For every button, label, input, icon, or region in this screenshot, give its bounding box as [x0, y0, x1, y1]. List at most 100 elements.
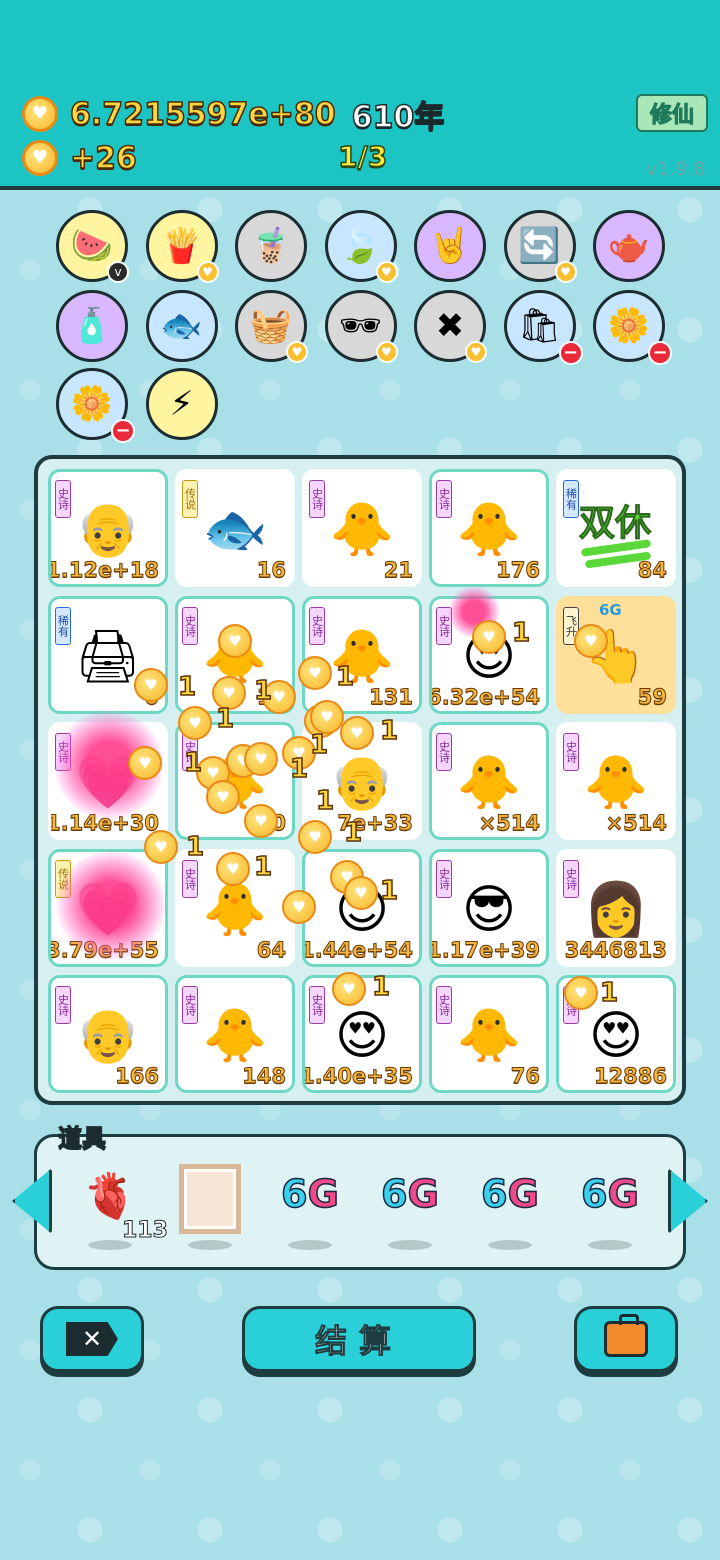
grid-cell[interactable]: 史诗 👴 166: [48, 975, 168, 1093]
gravy-boat-icon[interactable]: 🫖: [593, 210, 665, 282]
rarity-tag: 史诗: [182, 986, 198, 1024]
network-badge: 6G: [599, 600, 622, 619]
prop-slot[interactable]: 6G: [370, 1160, 450, 1250]
cell-value: 84: [637, 558, 667, 583]
coin-badge-icon: ♥: [196, 261, 219, 283]
floating-number: 1: [379, 715, 399, 747]
character-icon: 😍: [588, 1006, 644, 1067]
fruit-basket-icon[interactable]: 🍉 v: [56, 210, 129, 283]
grid-cell[interactable]: 史诗 🐥 21: [302, 469, 422, 587]
rarity-tag: 史诗: [309, 606, 325, 645]
floating-coin-icon: ♥: [574, 624, 608, 658]
floating-number: 1: [185, 831, 205, 863]
grid-cell[interactable]: 史诗 🐥 76: [429, 975, 549, 1093]
cultivate-button[interactable]: 修仙: [636, 94, 708, 132]
rarity-tag: 史诗: [436, 480, 452, 518]
character-icon: 🐥: [329, 500, 395, 561]
floating-number: 1: [183, 747, 203, 779]
character-icon: 😍: [334, 1006, 390, 1067]
cell-value: 12886: [593, 1064, 667, 1089]
fruit-basket-2-icon[interactable]: 🧺 ♥: [235, 290, 308, 363]
character-icon: 👴: [75, 500, 141, 561]
grid-cell[interactable]: 史诗 🐥 131: [302, 595, 422, 714]
floating-number: 1: [343, 817, 363, 849]
floating-coin-icon: ♥: [332, 972, 366, 1006]
grid-cell[interactable]: 传说 🐟 16: [175, 469, 295, 587]
remove-badge-icon[interactable]: −: [558, 341, 583, 365]
grid-cell[interactable]: 史诗 👩 3446813: [556, 848, 676, 967]
leaf-icon[interactable]: 🍃 ♥: [324, 210, 398, 283]
character-icon: 🐥: [583, 753, 649, 814]
remove-badge-icon[interactable]: −: [111, 419, 135, 443]
grid-cell[interactable]: 史诗 🐥 ×514: [556, 722, 676, 840]
character-icon: 🐥: [456, 500, 522, 561]
milk-tea-icon[interactable]: 🧋: [235, 210, 307, 282]
6g-icon: 6G: [270, 1171, 350, 1217]
prop-slot[interactable]: 6G: [270, 1160, 350, 1250]
floating-number: 1: [253, 851, 273, 883]
cancel-button[interactable]: ✕: [40, 1306, 144, 1372]
floating-coin-icon: ♥: [216, 852, 250, 886]
floating-number: 1: [379, 875, 399, 907]
cell-value: 131: [369, 684, 414, 709]
floating-coin-icon: ♥: [344, 876, 378, 910]
cell-value: 3446813: [564, 937, 667, 962]
flower-pot-icon[interactable]: 🌼 −: [593, 290, 672, 365]
floating-coin-icon: ♥: [298, 820, 332, 854]
coin-icon: ♥: [22, 96, 58, 132]
lightning-icon[interactable]: ⚡: [145, 368, 218, 440]
character-icon: 🐥: [202, 1006, 268, 1067]
sunglasses-icon[interactable]: 🕶 ♥: [324, 290, 398, 363]
cell-value: 1.40e+35: [302, 1064, 413, 1089]
grid-cell[interactable]: 史诗 🐥 ×514: [429, 722, 549, 840]
grid-cell[interactable]: 史诗 👴 1.12e+18: [48, 469, 168, 587]
floating-number: 1: [335, 661, 355, 693]
sack-icon[interactable]: 🛍 −: [503, 290, 583, 365]
floating-coin-icon: ♥: [244, 804, 278, 838]
spray-bottle-icon[interactable]: 🧴: [56, 290, 128, 362]
heart-glow-effect: [56, 850, 166, 960]
income-row: ♥ +26: [22, 140, 138, 176]
grid-cell[interactable]: 史诗 🐥 176: [429, 469, 549, 587]
grid-cell[interactable]: 飞升 6G 👆 59: [556, 595, 676, 714]
fish-tank-icon[interactable]: 🐟: [145, 290, 218, 362]
close-tag-icon: ✕: [66, 1322, 118, 1356]
character-icon: 👴: [75, 1006, 141, 1067]
character-icon: 👩: [583, 879, 649, 940]
floating-number: 1: [253, 675, 273, 707]
rarity-tag: 史诗: [182, 859, 198, 898]
floating-number: 1: [289, 753, 309, 785]
remove-badge-icon[interactable]: −: [648, 341, 672, 365]
years-counter: 610年: [351, 99, 445, 136]
coin-badge-icon: ♥: [286, 341, 308, 363]
prop-slot[interactable]: 6G: [470, 1160, 550, 1250]
floating-coin-icon: ♥: [282, 890, 316, 924]
props-label: 道具: [58, 1124, 107, 1153]
cell-value: ×514: [605, 811, 667, 836]
floating-coin-icon: ♥: [144, 830, 178, 864]
settle-button[interactable]: 结算: [242, 1306, 476, 1372]
flower-pot-2-icon[interactable]: 🌼 −: [56, 368, 135, 443]
rock-hand-icon[interactable]: 🤘: [414, 210, 486, 282]
prop-slot[interactable]: [170, 1160, 250, 1250]
grid-cell[interactable]: 史诗 🐥 148: [175, 975, 295, 1093]
cell-value: 59: [637, 684, 667, 709]
prop-slot[interactable]: 6G: [570, 1160, 650, 1250]
grid-cell[interactable]: 稀有 双休 84: [556, 469, 676, 587]
floating-coin-icon: ♥: [340, 716, 374, 750]
cell-value: 64: [256, 937, 286, 962]
floating-coin-icon: ♥: [206, 780, 240, 814]
6g-icon: 6G: [370, 1171, 450, 1217]
close-tag-icon[interactable]: ✖ ♥: [414, 290, 487, 363]
cell-value: 21: [383, 558, 413, 583]
rarity-tag: 史诗: [309, 986, 325, 1024]
cell-value: 1.17e+39: [429, 937, 540, 962]
floating-coin-icon: ♥: [310, 700, 344, 734]
refresh-icon[interactable]: 🔄 ♥: [503, 210, 577, 283]
inventory-button[interactable]: [574, 1306, 678, 1372]
liver-icon: 🫀: [82, 1171, 138, 1222]
fries-icon[interactable]: 🍟 ♥: [145, 210, 219, 283]
grid-cell[interactable]: 史诗 😎 1.17e+39: [429, 848, 549, 967]
rarity-tag: 史诗: [563, 859, 579, 898]
floating-number: 1: [309, 729, 329, 761]
